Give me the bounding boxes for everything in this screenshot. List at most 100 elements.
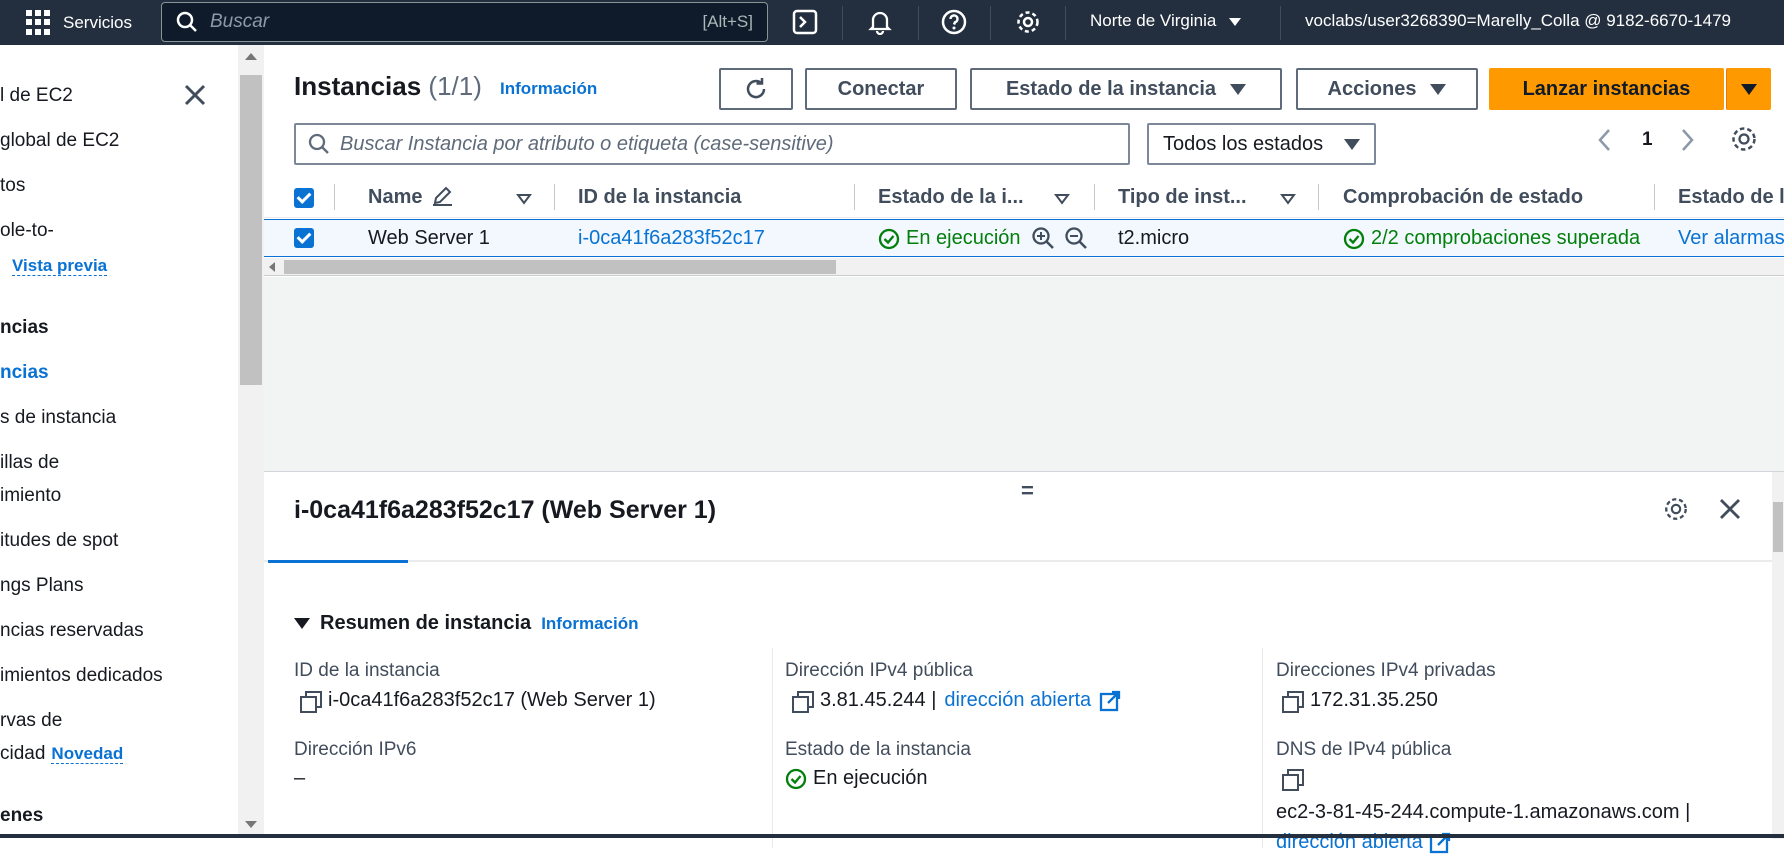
close-icon[interactable]: [1717, 496, 1743, 522]
instance-summary-header[interactable]: Resumen de instancia Información: [294, 612, 638, 635]
copy-icon[interactable]: [300, 690, 322, 713]
sidebar-section-images[interactable]: enes: [0, 805, 43, 827]
search-icon: [176, 11, 197, 32]
table-horizontal-scrollbar[interactable]: [264, 258, 1784, 276]
column-header-status-check[interactable]: Comprobación de estado: [1343, 186, 1583, 209]
resize-handle-icon[interactable]: =: [1021, 478, 1034, 504]
sidebar-scrollbar[interactable]: [238, 45, 264, 838]
sidebar-item-instance-types[interactable]: s de instancia: [0, 407, 116, 429]
refresh-button[interactable]: [719, 68, 793, 110]
private-ipv4-value: 172.31.35.250: [1282, 689, 1438, 713]
open-address-link[interactable]: dirección abierta: [944, 689, 1091, 712]
account-menu[interactable]: voclabs/user3268390=Marelly_Colla @ 9182…: [1305, 11, 1731, 31]
column-name-label: Name: [368, 186, 423, 208]
gear-icon: [1732, 127, 1756, 151]
table-row[interactable]: Web Server 1 i-0ca41f6a283f52c17 En ejec…: [264, 219, 1784, 257]
sort-icon[interactable]: [1280, 193, 1296, 205]
check-circle-icon: [1343, 228, 1365, 249]
external-link-icon[interactable]: [1099, 690, 1121, 712]
scroll-down-arrow[interactable]: [245, 821, 257, 828]
help-icon[interactable]: [940, 8, 968, 36]
sort-icon[interactable]: [1054, 193, 1070, 205]
launch-dropdown-button[interactable]: [1726, 68, 1771, 110]
info-link[interactable]: Información: [500, 79, 597, 99]
private-ipv4-text: 172.31.35.250: [1310, 689, 1438, 711]
connect-button[interactable]: Conectar: [805, 68, 957, 110]
sidebar-item-instances[interactable]: ncias: [0, 362, 49, 384]
previous-page-button[interactable]: [1596, 127, 1614, 159]
preview-badge[interactable]: Vista previa: [12, 256, 108, 276]
section-info-link[interactable]: Información: [541, 614, 638, 634]
launch-instances-button[interactable]: Lanzar instancias: [1489, 68, 1724, 110]
copy-icon[interactable]: [1282, 769, 1304, 791]
sidebar-item-reserved-instances[interactable]: ncias reservadas: [0, 620, 144, 642]
instance-id-label: ID de la instancia: [294, 660, 440, 681]
sidebar-item-capacity-line2[interactable]: cidad Novedad: [0, 743, 124, 765]
refresh-icon: [746, 78, 766, 99]
status-check-text: 2/2 comprobaciones superada: [1371, 227, 1641, 249]
sidebar-section-instances[interactable]: ncias: [0, 317, 49, 339]
scroll-left-arrow[interactable]: [269, 262, 275, 272]
services-menu-button[interactable]: Servicios: [0, 10, 162, 35]
copy-icon[interactable]: [1282, 690, 1304, 713]
next-page-button[interactable]: [1678, 127, 1696, 159]
cloudshell-icon[interactable]: [791, 8, 819, 36]
edit-pencil-icon: [433, 186, 453, 206]
actions-button[interactable]: Acciones: [1296, 68, 1478, 110]
page-number[interactable]: 1: [1642, 129, 1653, 151]
search-icon: [308, 133, 329, 154]
close-icon[interactable]: [180, 80, 210, 110]
column-header-alarm-status[interactable]: Estado de l: [1678, 186, 1784, 209]
check-circle-icon: [878, 228, 900, 249]
search-placeholder: Buscar: [210, 11, 270, 32]
state-filter-select[interactable]: Todos los estados: [1147, 123, 1376, 165]
zoom-out-icon[interactable]: [1064, 226, 1088, 250]
tab-active-indicator: [268, 560, 408, 563]
gear-icon[interactable]: [1663, 496, 1689, 522]
scrollbar-thumb[interactable]: [1773, 502, 1783, 552]
sidebar-item-ec2-global-view[interactable]: global de EC2: [0, 130, 119, 152]
scrollbar-thumb[interactable]: [240, 75, 262, 385]
caret-down-icon: [1230, 83, 1247, 95]
page-title: Instancias (1/1): [294, 71, 482, 102]
view-alarms-link[interactable]: Ver alarmas: [1678, 227, 1784, 250]
sidebar-item-launch-templates-line2[interactable]: imiento: [0, 485, 61, 507]
details-scrollbar[interactable]: [1772, 472, 1784, 839]
zoom-in-icon[interactable]: [1031, 226, 1055, 250]
public-ipv4-label: Dirección IPv4 pública: [785, 660, 973, 681]
chevron-left-icon: [1598, 129, 1610, 151]
table-settings-button[interactable]: [1730, 125, 1758, 159]
sort-icon[interactable]: [516, 193, 532, 205]
sidebar-item-savings-plans[interactable]: ngs Plans: [0, 575, 83, 597]
selection-count: (1/1): [428, 71, 482, 101]
sidebar-item-capacity-reservations[interactable]: rvas de: [0, 710, 62, 732]
row-checkbox[interactable]: [294, 228, 314, 248]
sidebar-item-dedicated-hosts[interactable]: imientos dedicados: [0, 665, 163, 687]
sidebar-item-spot-requests[interactable]: itudes de spot: [0, 530, 118, 552]
instance-type: t2.micro: [1118, 227, 1190, 249]
column-header-instance-type[interactable]: Tipo de inst...: [1118, 186, 1247, 209]
column-header-instance-state[interactable]: Estado de la i...: [878, 186, 1024, 209]
instances-panel: Instancias (1/1) Información Conectar Es…: [264, 45, 1784, 853]
copy-icon[interactable]: [792, 690, 814, 713]
scroll-up-arrow[interactable]: [245, 53, 257, 60]
instance-state-button[interactable]: Estado de la instancia: [970, 68, 1282, 110]
sidebar-item-ec2-dashboard[interactable]: l de EC2: [0, 85, 73, 107]
region-selector[interactable]: Norte de Virginia: [1090, 11, 1242, 31]
instance-search-input[interactable]: Buscar Instancia por atributo o etiqueta…: [294, 123, 1130, 165]
instance-id-link[interactable]: i-0ca41f6a283f52c17: [578, 227, 765, 250]
sidebar-item-launch-templates[interactable]: illas de: [0, 452, 59, 474]
notifications-bell-icon[interactable]: [866, 8, 894, 36]
ipv6-label: Dirección IPv6: [294, 739, 417, 760]
settings-gear-icon[interactable]: [1014, 8, 1042, 36]
global-search-input[interactable]: Buscar [Alt+S]: [161, 2, 768, 42]
caret-down-icon: [294, 618, 310, 629]
sidebar-item-events[interactable]: tos: [0, 175, 25, 197]
column-header-name[interactable]: Name: [368, 186, 454, 209]
sidebar-item-console-to-code[interactable]: ole-to-: [0, 220, 54, 242]
top-navigation-bar: Servicios Buscar [Alt+S] Norte de Virgin…: [0, 0, 1784, 45]
scrollbar-thumb[interactable]: [284, 260, 836, 274]
select-all-checkbox[interactable]: [294, 188, 314, 208]
column-header-instance-id[interactable]: ID de la instancia: [578, 186, 741, 209]
preview-badge-container: Vista previa: [12, 255, 108, 277]
